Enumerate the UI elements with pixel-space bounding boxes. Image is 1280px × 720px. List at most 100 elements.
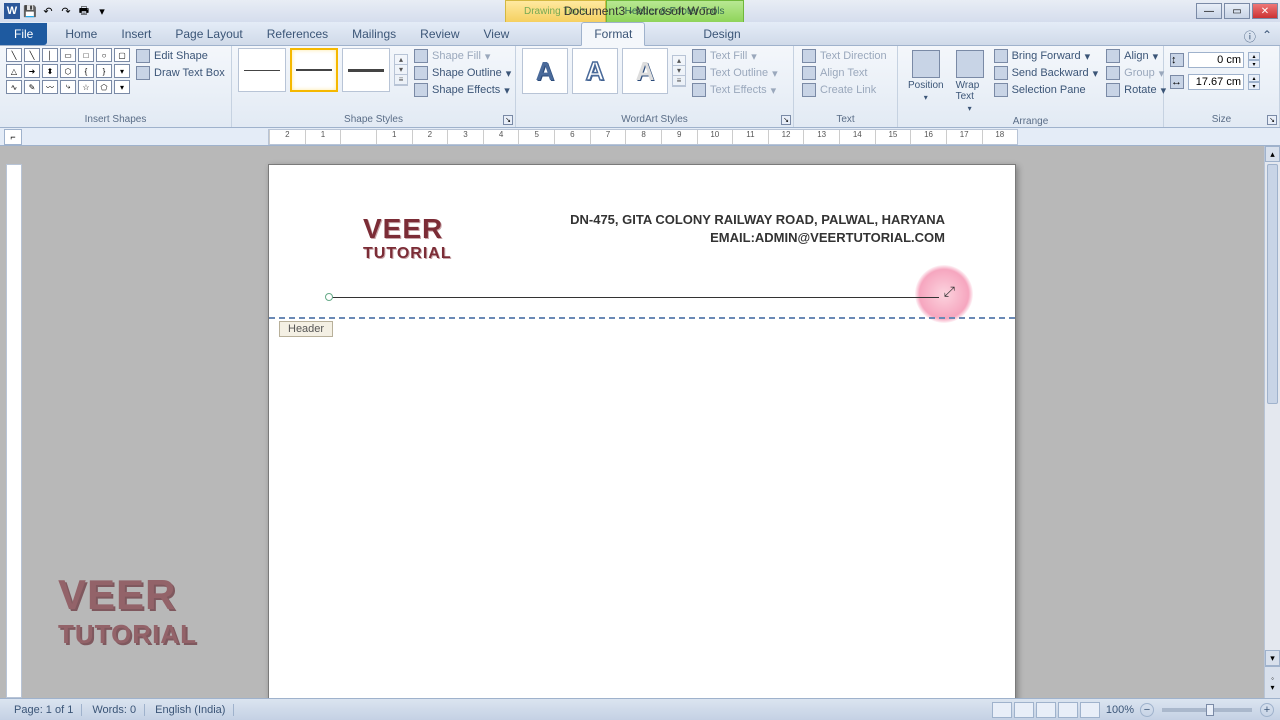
tab-references[interactable]: References bbox=[255, 23, 340, 45]
tab-view[interactable]: View bbox=[472, 23, 522, 45]
scroll-thumb[interactable] bbox=[1267, 164, 1278, 404]
wordart-launcher[interactable]: ↘ bbox=[781, 115, 791, 125]
view-print-layout-icon[interactable] bbox=[992, 702, 1012, 718]
view-outline-icon[interactable] bbox=[1058, 702, 1078, 718]
tab-mailings[interactable]: Mailings bbox=[340, 23, 408, 45]
shapes-gallery[interactable]: ╲ ╲ │ ▭ □ ○ ▢ △ ➜ ⬍ ⬡ { } ▾ ∿ ✎ 〰 ⤷ ☆ ⬠ bbox=[6, 48, 130, 94]
shape-fill-button[interactable]: Shape Fill ▾ bbox=[412, 48, 513, 64]
shape-oval-icon[interactable]: ○ bbox=[96, 48, 112, 62]
edit-shape-button[interactable]: Edit Shape bbox=[134, 48, 227, 64]
style-swatch-1[interactable] bbox=[238, 48, 286, 92]
vertical-ruler[interactable] bbox=[6, 164, 22, 698]
width-down[interactable]: ▾ bbox=[1248, 82, 1260, 90]
align-button[interactable]: Align ▾ bbox=[1104, 48, 1168, 64]
rotation-handle-icon[interactable]: ⤢ bbox=[944, 283, 955, 300]
shape-tri-icon[interactable]: △ bbox=[6, 64, 22, 78]
scroll-down-icon[interactable]: ▾ bbox=[1265, 650, 1280, 666]
width-up[interactable]: ▴ bbox=[1248, 74, 1260, 82]
text-effects-button[interactable]: Text Effects ▾ bbox=[690, 82, 780, 98]
vertical-scrollbar[interactable]: ▴ ▾ ◦▾ bbox=[1264, 146, 1280, 698]
tab-file[interactable]: File bbox=[0, 23, 47, 45]
shape-free-icon[interactable]: ✎ bbox=[24, 80, 40, 94]
bring-forward-button[interactable]: Bring Forward ▾ bbox=[992, 48, 1101, 64]
qat-dropdown-icon[interactable]: ▾ bbox=[94, 3, 110, 19]
wordart-gallery-more[interactable]: ▴▾≡ bbox=[672, 55, 686, 87]
status-language[interactable]: English (India) bbox=[147, 704, 234, 716]
print-icon[interactable]: 🖶 bbox=[76, 3, 92, 19]
save-icon[interactable]: 💾 bbox=[22, 3, 38, 19]
zoom-in-button[interactable]: + bbox=[1260, 703, 1274, 717]
zoom-out-button[interactable]: − bbox=[1140, 703, 1154, 717]
tab-design[interactable]: Design bbox=[691, 23, 752, 45]
tab-page-layout[interactable]: Page Layout bbox=[163, 23, 254, 45]
shape-square-icon[interactable]: □ bbox=[78, 48, 94, 62]
tab-format[interactable]: Format bbox=[581, 22, 645, 46]
wordart-swatch-1[interactable]: A bbox=[522, 48, 568, 94]
help-icon[interactable]: ⓘ bbox=[1244, 28, 1256, 45]
zoom-slider[interactable] bbox=[1162, 708, 1252, 712]
width-input[interactable] bbox=[1188, 74, 1244, 90]
wordart-swatch-3[interactable]: A bbox=[622, 48, 668, 94]
draw-text-box-button[interactable]: Draw Text Box bbox=[134, 65, 227, 81]
minimize-button[interactable]: — bbox=[1196, 3, 1222, 19]
shape-conn-icon[interactable]: ⤷ bbox=[60, 80, 76, 94]
tab-selector[interactable]: ⌐ bbox=[4, 129, 22, 145]
shape-rrect-icon[interactable]: ▢ bbox=[114, 48, 130, 62]
shape-rect-icon[interactable]: ▭ bbox=[60, 48, 76, 62]
zoom-level[interactable]: 100% bbox=[1102, 704, 1138, 716]
text-outline-button[interactable]: Text Outline ▾ bbox=[690, 65, 780, 81]
tab-review[interactable]: Review bbox=[408, 23, 471, 45]
rotate-button[interactable]: Rotate ▾ bbox=[1104, 82, 1168, 98]
shape-arrow2-icon[interactable]: ⬍ bbox=[42, 64, 58, 78]
tab-insert[interactable]: Insert bbox=[109, 23, 163, 45]
status-page[interactable]: Page: 1 of 1 bbox=[6, 704, 82, 716]
wordart-gallery[interactable]: A A A ▴▾≡ bbox=[522, 48, 686, 94]
shape-styles-launcher[interactable]: ↘ bbox=[503, 115, 513, 125]
shape-arrow-icon[interactable]: ➜ bbox=[24, 64, 40, 78]
browse-object[interactable]: ◦▾ bbox=[1265, 666, 1280, 698]
redo-icon[interactable]: ↷ bbox=[58, 3, 74, 19]
height-down[interactable]: ▾ bbox=[1248, 60, 1260, 68]
shape-brace2-icon[interactable]: } bbox=[96, 64, 112, 78]
shape-star-icon[interactable]: ☆ bbox=[78, 80, 94, 94]
send-backward-button[interactable]: Send Backward ▾ bbox=[992, 65, 1101, 81]
shape-dropdown-icon[interactable]: ▾ bbox=[114, 80, 130, 94]
shape-line3-icon[interactable]: │ bbox=[42, 48, 58, 62]
height-field[interactable]: ↕ ▴▾ bbox=[1170, 52, 1260, 68]
shape-line2-icon[interactable]: ╲ bbox=[24, 48, 40, 62]
close-button[interactable]: ✕ bbox=[1252, 3, 1278, 19]
height-up[interactable]: ▴ bbox=[1248, 52, 1260, 60]
text-direction-button[interactable]: Text Direction bbox=[800, 48, 889, 64]
header-area[interactable]: VEER TUTORIAL DN-475, GITA COLONY RAILWA… bbox=[269, 165, 1015, 247]
style-swatch-3[interactable] bbox=[342, 48, 390, 92]
view-draft-icon[interactable] bbox=[1080, 702, 1100, 718]
shape-curve-icon[interactable]: ∿ bbox=[6, 80, 22, 94]
shape-scrib-icon[interactable]: 〰 bbox=[42, 80, 58, 94]
horizontal-ruler[interactable]: 21123456789101112131415161718 bbox=[268, 129, 1018, 145]
scroll-up-icon[interactable]: ▴ bbox=[1265, 146, 1280, 162]
width-field[interactable]: ↔ ▴▾ bbox=[1170, 74, 1260, 90]
shape-handle[interactable] bbox=[325, 293, 333, 301]
zoom-knob[interactable] bbox=[1206, 704, 1214, 716]
maximize-button[interactable]: ▭ bbox=[1224, 3, 1250, 19]
style-gallery-more[interactable]: ▴▾≡ bbox=[394, 54, 408, 86]
shape-brace-icon[interactable]: { bbox=[78, 64, 94, 78]
undo-icon[interactable]: ↶ bbox=[40, 3, 56, 19]
text-fill-button[interactable]: Text Fill ▾ bbox=[690, 48, 780, 64]
minimize-ribbon-icon[interactable]: ⌃ bbox=[1262, 28, 1272, 45]
height-input[interactable] bbox=[1188, 52, 1244, 68]
style-swatch-2[interactable] bbox=[290, 48, 338, 92]
shape-style-gallery[interactable]: ▴▾≡ bbox=[238, 48, 408, 92]
align-text-button[interactable]: Align Text bbox=[800, 65, 889, 81]
shape-callout-icon[interactable]: ⬠ bbox=[96, 80, 112, 94]
wordart-swatch-2[interactable]: A bbox=[572, 48, 618, 94]
size-launcher[interactable]: ↘ bbox=[1267, 115, 1277, 125]
shape-outline-button[interactable]: Shape Outline ▾ bbox=[412, 65, 513, 81]
view-full-screen-icon[interactable] bbox=[1014, 702, 1034, 718]
view-web-layout-icon[interactable] bbox=[1036, 702, 1056, 718]
shape-line-icon[interactable]: ╲ bbox=[6, 48, 22, 62]
selection-pane-button[interactable]: Selection Pane bbox=[992, 82, 1101, 98]
shape-more-icon[interactable]: ▾ bbox=[114, 64, 130, 78]
page[interactable]: VEER TUTORIAL DN-475, GITA COLONY RAILWA… bbox=[268, 164, 1016, 698]
create-link-button[interactable]: Create Link bbox=[800, 82, 889, 98]
